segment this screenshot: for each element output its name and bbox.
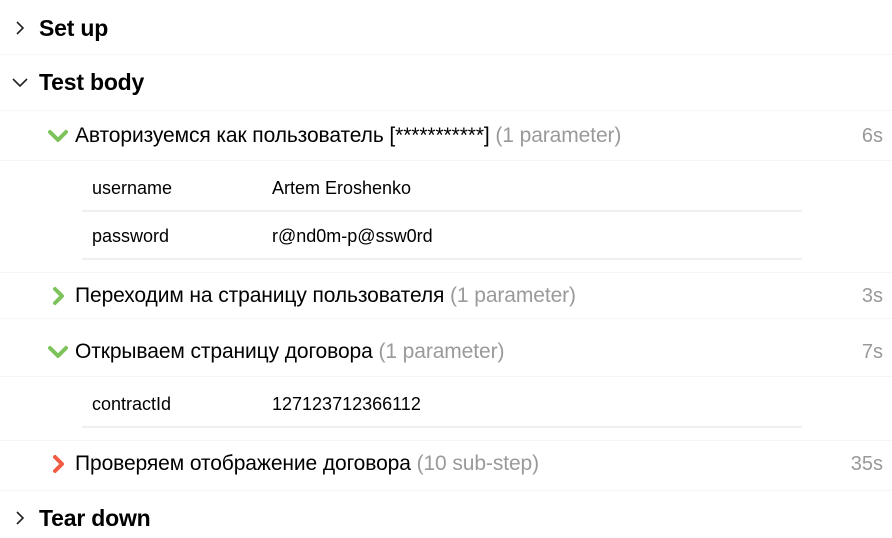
failed-chevron-right-icon <box>46 454 70 474</box>
step-name: Авторизуемся как пользователь [*********… <box>75 124 621 148</box>
step-row[interactable]: Проверяем отображение договора (10 sub-s… <box>0 444 892 484</box>
divider <box>0 160 892 161</box>
parameter-value: Artem Eroshenko <box>272 178 412 198</box>
passed-chevron-down-icon <box>46 126 70 146</box>
section-title: Tear down <box>39 504 151 531</box>
step-meta: (1 parameter) <box>495 124 622 147</box>
divider <box>0 490 892 491</box>
step-row[interactable]: Открываем страницу договора (1 parameter… <box>0 332 892 372</box>
chevron-right-icon <box>10 508 30 528</box>
step-title: Авторизуемся как пользователь [*********… <box>75 124 490 147</box>
parameter-value: r@nd0m-p@ssw0rd <box>272 226 433 246</box>
section-set-up[interactable]: Set up <box>0 8 892 48</box>
step-duration: 6s <box>861 125 883 147</box>
divider <box>0 318 892 319</box>
step-meta: (1 parameter) <box>378 340 505 363</box>
parameter-name: password <box>92 226 170 246</box>
divider <box>0 54 892 55</box>
parameter-value: 127123712366112 <box>272 394 421 414</box>
step-title: Проверяем отображение договора <box>75 452 411 475</box>
divider <box>0 272 892 273</box>
section-test-body[interactable]: Test body <box>0 62 892 102</box>
step-name: Открываем страницу договора (1 parameter… <box>75 340 504 364</box>
section-tear-down[interactable]: Tear down <box>0 498 892 538</box>
section-title: Set up <box>39 14 109 41</box>
step-row[interactable]: Авторизуемся как пользователь [*********… <box>0 116 892 156</box>
divider <box>0 376 892 377</box>
step-name: Проверяем отображение договора (10 sub-s… <box>75 452 539 476</box>
step-meta: (1 parameter) <box>450 284 576 307</box>
step-duration: 7s <box>861 341 883 363</box>
parameter-name: contractId <box>92 394 172 414</box>
step-duration: 3s <box>861 285 883 307</box>
divider <box>0 110 892 111</box>
passed-chevron-right-icon <box>46 286 70 306</box>
parameter-row: contractId 127123712366112 <box>82 380 802 428</box>
chevron-down-icon <box>10 72 30 92</box>
parameter-row: username Artem Eroshenko <box>82 164 802 212</box>
parameter-name: username <box>92 178 173 198</box>
passed-chevron-down-icon <box>46 342 70 362</box>
parameter-row: password r@nd0m-p@ssw0rd <box>82 212 802 260</box>
step-title: Переходим на страницу пользователя <box>75 284 445 307</box>
step-name: Переходим на страницу пользователя (1 pa… <box>75 284 576 308</box>
step-duration: 35s <box>850 453 883 475</box>
step-row[interactable]: Переходим на страницу пользователя (1 pa… <box>0 276 892 316</box>
step-meta: (10 sub-step) <box>416 452 540 475</box>
step-title: Открываем страницу договора <box>75 340 373 363</box>
divider <box>0 440 892 441</box>
chevron-right-icon <box>10 18 30 38</box>
section-title: Test body <box>39 68 145 95</box>
